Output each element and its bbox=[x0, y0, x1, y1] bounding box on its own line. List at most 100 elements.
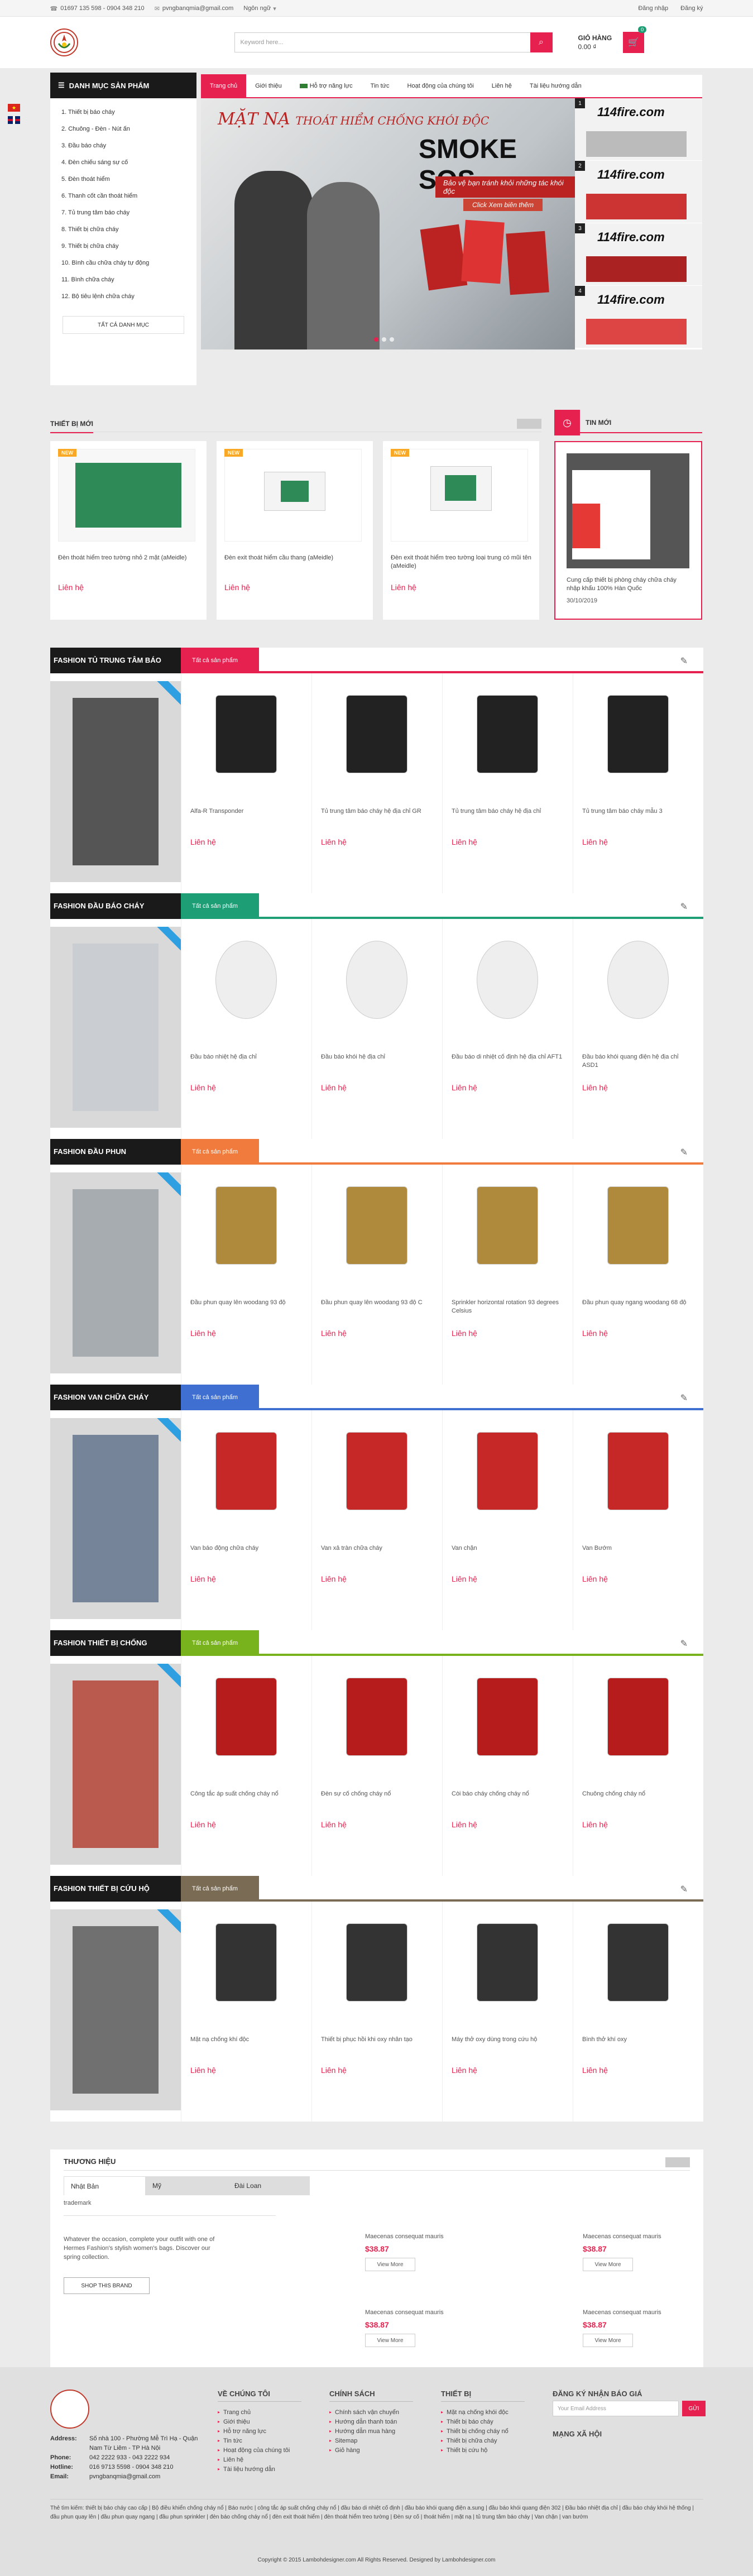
product-card[interactable]: Còi báo cháy chống cháy nổ Liên hệ bbox=[442, 1656, 573, 1876]
product-image[interactable] bbox=[582, 1172, 694, 1279]
product-name[interactable]: Đầu báo nhiệt hệ địa chỉ bbox=[190, 1053, 303, 1070]
product-image[interactable] bbox=[452, 1909, 563, 2015]
brand-product-name[interactable]: Maecenas consequat mauris bbox=[365, 2309, 477, 2316]
slider-thumb[interactable]: 2 114fire.com bbox=[575, 161, 702, 223]
category-item[interactable]: 2. Chuông - Đèn - Nút ấn bbox=[50, 121, 196, 137]
product-name[interactable]: Đèn exit thoát hiểm cầu thang (aMeidle) bbox=[224, 554, 365, 571]
product-card[interactable]: NEW Đèn exit thoát hiểm cầu thang (aMeid… bbox=[217, 441, 373, 620]
product-name[interactable]: Đầu phun quay lên woodang 93 độ bbox=[190, 1299, 303, 1315]
product-card[interactable]: Thiết bị phục hồi khi oxy nhân tạo Liên h… bbox=[311, 1902, 442, 2122]
product-name[interactable]: Van xả tràn chữa cháy bbox=[321, 1544, 433, 1561]
slider-dot[interactable] bbox=[382, 337, 386, 342]
product-card[interactable]: Bình thở khí oxy Liên hệ bbox=[573, 1902, 703, 2122]
shop-brand-button[interactable]: SHOP THIS BRAND bbox=[64, 2277, 150, 2294]
footer-link[interactable]: Thiết bị chữa cháy bbox=[441, 2436, 525, 2445]
product-name[interactable]: Van Bướm bbox=[582, 1544, 694, 1561]
product-image[interactable] bbox=[582, 681, 694, 787]
view-more-button[interactable]: View More bbox=[365, 2334, 415, 2347]
product-image[interactable] bbox=[321, 1172, 433, 1279]
category-item[interactable]: 6. Thanh cốt cần thoát hiểm bbox=[50, 188, 196, 204]
category-banner[interactable] bbox=[50, 1664, 181, 1865]
email-subscribe-input[interactable]: Your Email Address bbox=[553, 2401, 679, 2416]
product-image[interactable] bbox=[321, 681, 433, 787]
footer-logo[interactable] bbox=[50, 2390, 89, 2429]
category-banner[interactable] bbox=[50, 927, 181, 1128]
site-logo[interactable] bbox=[50, 28, 78, 56]
category-item[interactable]: 5. Đèn thoát hiểm bbox=[50, 171, 196, 188]
brand-product-name[interactable]: Maecenas consequat mauris bbox=[583, 2233, 694, 2240]
product-card[interactable]: Đầu báo khói quang điện hệ địa chỉ ASD1 L… bbox=[573, 919, 703, 1139]
brand-product-name[interactable]: Maecenas consequat mauris bbox=[583, 2309, 694, 2316]
category-item[interactable]: 1. Thiết bị báo cháy bbox=[50, 104, 196, 121]
category-block-title[interactable]: FASHION THIẾT BỊ CHỐNG bbox=[50, 1630, 181, 1656]
product-name[interactable]: Đầu báo khói quang điện hệ địa chỉ ASD1 bbox=[582, 1053, 694, 1070]
category-block-title[interactable]: FASHION VAN CHỮA CHÁY bbox=[50, 1384, 181, 1410]
view-all-button[interactable]: Tất cả sản phẩm bbox=[181, 1384, 259, 1410]
footer-link[interactable]: Tài liệu hướng dẫn bbox=[218, 2464, 301, 2474]
footer-link[interactable]: Chính sách vận chuyển bbox=[329, 2407, 413, 2417]
nav-item-docs[interactable]: Tài liệu hướng dẫn bbox=[521, 75, 591, 97]
category-block-title[interactable]: FASHION ĐẦU BÁO CHÁY bbox=[50, 893, 181, 919]
product-image[interactable] bbox=[391, 449, 528, 542]
product-card[interactable]: Tủ trung tâm báo cháy mẫu 3 Liên hệ bbox=[573, 673, 703, 893]
product-name[interactable]: Bình thở khí oxy bbox=[582, 2036, 694, 2052]
news-item-title[interactable]: Cung cấp thiết bị phòng cháy chữa cháy n… bbox=[567, 576, 690, 593]
footer-link[interactable]: Mặt nạ chống khói độc bbox=[441, 2407, 525, 2417]
search-button[interactable]: ⌕ bbox=[530, 32, 553, 52]
product-card[interactable]: NEW Đèn exit thoát hiểm treo tường loại … bbox=[383, 441, 539, 620]
nav-item-about[interactable]: Giới thiệu bbox=[246, 75, 291, 97]
product-image[interactable] bbox=[190, 1172, 302, 1279]
product-image[interactable] bbox=[452, 1664, 563, 1770]
category-block-title[interactable]: FASHION TỦ TRUNG TÂM BÁO bbox=[50, 647, 181, 673]
footer-link[interactable]: Thiết bị báo cháy bbox=[441, 2417, 525, 2426]
product-image[interactable] bbox=[452, 1418, 563, 1524]
product-image[interactable] bbox=[321, 1664, 433, 1770]
product-name[interactable]: Đèn sự cố chống cháy nổ bbox=[321, 1790, 433, 1807]
footer-link[interactable]: Giỏ hàng bbox=[329, 2445, 413, 2455]
language-switch[interactable]: Ngôn ngữ ▾ bbox=[243, 5, 279, 12]
nav-item-news[interactable]: Tin tức bbox=[362, 75, 399, 97]
category-item[interactable]: 4. Đèn chiếu sáng sự cố bbox=[50, 154, 196, 171]
slide-cta-button[interactable]: Click Xem biên thêm bbox=[463, 199, 543, 211]
product-card[interactable]: Đầu phun quay ngang woodang 68 độ Liên hệ bbox=[573, 1165, 703, 1385]
news-card[interactable]: Cung cấp thiết bị phòng cháy chữa cháy n… bbox=[554, 441, 702, 620]
product-card[interactable]: Van chặn Liên hệ bbox=[442, 1410, 573, 1630]
product-image[interactable] bbox=[582, 1418, 694, 1524]
view-more-button[interactable]: View More bbox=[365, 2258, 415, 2271]
search-input[interactable]: Keyword here... bbox=[234, 32, 530, 52]
category-item[interactable]: 8. Thiết bị chữa cháy bbox=[50, 221, 196, 238]
product-card[interactable]: Đầu báo khói hệ địa chỉ Liên hệ bbox=[311, 919, 442, 1139]
product-card[interactable]: Tủ trung tâm báo cháy hệ địa chỉ Liên hệ bbox=[442, 673, 573, 893]
product-name[interactable]: Đầu báo khói hệ địa chỉ bbox=[321, 1053, 433, 1070]
product-card[interactable]: Van xả tràn chữa cháy Liên hệ bbox=[311, 1410, 442, 1630]
view-all-button[interactable]: Tất cả sản phẩm bbox=[181, 893, 259, 919]
product-card[interactable]: Van báo động chữa cháy Liên hệ bbox=[181, 1410, 311, 1630]
product-image[interactable] bbox=[321, 927, 433, 1033]
subscribe-button[interactable]: GỬI bbox=[682, 2401, 706, 2416]
product-image[interactable] bbox=[582, 927, 694, 1033]
product-name[interactable]: Mặt nạ chống khí độc bbox=[190, 2036, 303, 2052]
cart-icon[interactable]: 🛒 bbox=[623, 32, 645, 53]
product-image[interactable] bbox=[321, 1418, 433, 1524]
product-image[interactable] bbox=[452, 927, 563, 1033]
slider-thumb[interactable]: 4 114fire.com bbox=[575, 286, 702, 348]
login-link[interactable]: Đăng nhập bbox=[638, 5, 668, 12]
product-card[interactable]: Đầu phun quay lên woodang 93 độ Liên hệ bbox=[181, 1165, 311, 1385]
product-name[interactable]: Van chặn bbox=[452, 1544, 564, 1561]
cart[interactable]: GIỎ HÀNG 0.00 ₫ 🛒 0 bbox=[578, 26, 647, 53]
product-image[interactable] bbox=[582, 1909, 694, 2015]
product-card[interactable]: Van Bướm Liên hệ bbox=[573, 1410, 703, 1630]
brand-product-name[interactable]: Maecenas consequat mauris bbox=[365, 2233, 477, 2240]
nav-item-contact[interactable]: Liên hệ bbox=[483, 75, 521, 97]
nav-item-activities[interactable]: Hoạt động của chúng tôi bbox=[399, 75, 483, 97]
footer-link[interactable]: Tin tức bbox=[218, 2436, 301, 2445]
product-name[interactable]: Đầu báo di nhiệt cố định hệ địa chỉ AFT1 bbox=[452, 1053, 564, 1070]
all-categories-button[interactable]: TẤT CẢ DANH MỤC bbox=[63, 316, 184, 334]
product-card[interactable]: Máy thở oxy dùng trong cứu hộ Liên hệ bbox=[442, 1902, 573, 2122]
product-name[interactable]: Tủ trung tâm báo cháy mẫu 3 bbox=[582, 807, 694, 824]
slider-dot[interactable] bbox=[374, 337, 378, 342]
product-image[interactable] bbox=[321, 1909, 433, 2015]
category-banner[interactable] bbox=[50, 1418, 181, 1619]
nav-item-support[interactable]: Hỗ trợ năng lực bbox=[291, 75, 362, 97]
slider-thumb[interactable]: 1 114fire.com bbox=[575, 98, 702, 161]
